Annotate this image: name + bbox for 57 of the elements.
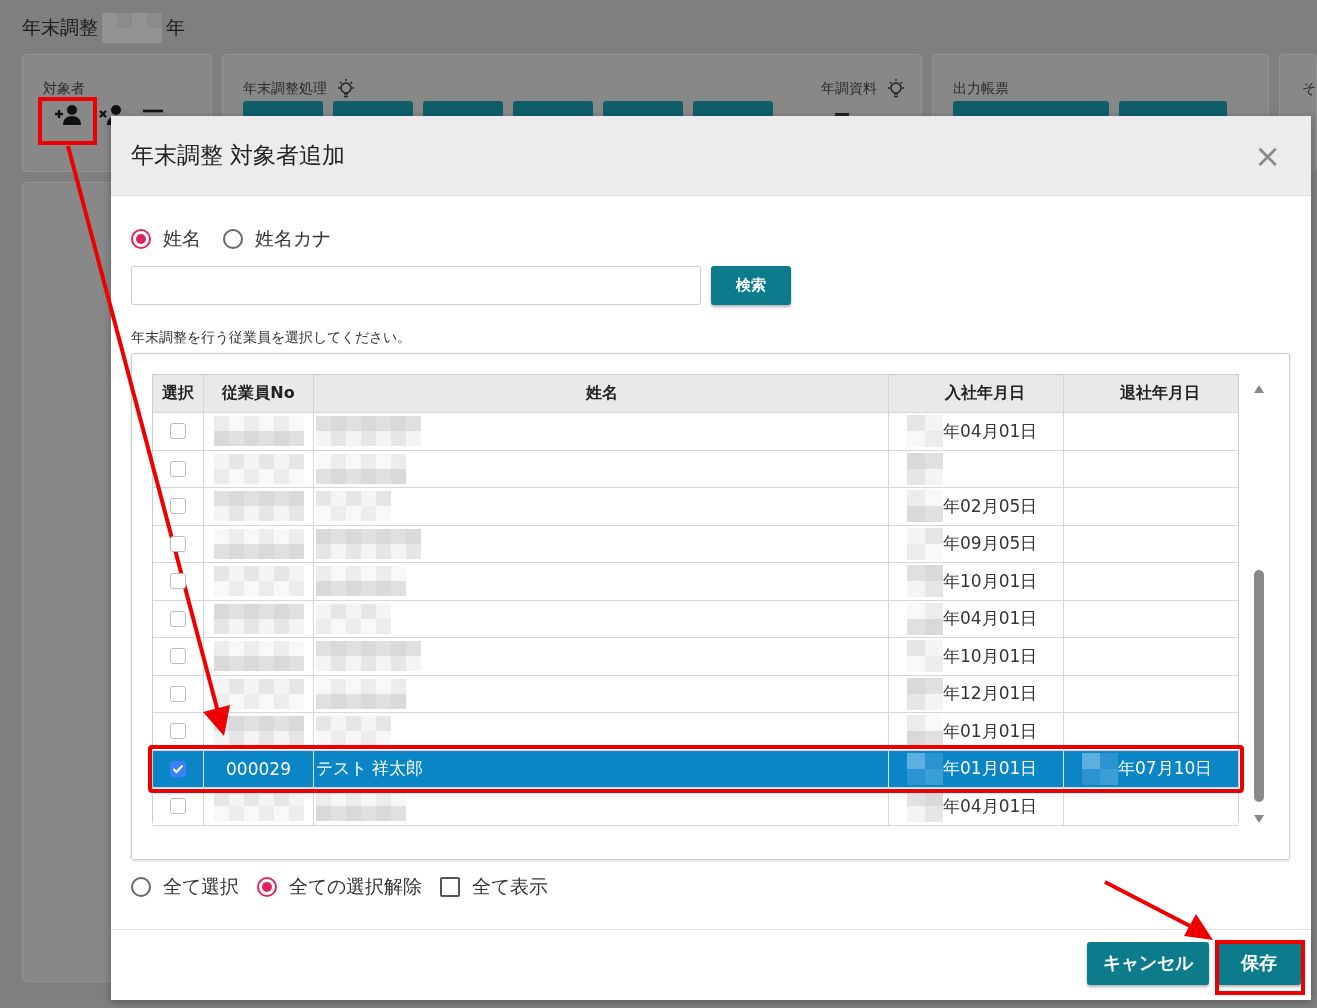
checkbox[interactable] [170, 535, 186, 552]
table-cell: 年10月01日 [943, 644, 1038, 668]
scroll-up-icon[interactable] [1253, 384, 1265, 394]
column-header[interactable]: 従業員No [204, 375, 314, 412]
option-label: 姓名カナ [255, 226, 331, 251]
checkbox[interactable] [170, 460, 186, 477]
cancel-button[interactable]: キャンセル [1087, 941, 1209, 985]
column-header[interactable]: 姓名 [314, 375, 889, 412]
checkbox[interactable] [170, 760, 186, 777]
table-cell: 年04月01日 [943, 419, 1038, 443]
panel-label: 対象者 [43, 80, 85, 98]
scroll-thumb[interactable] [1254, 570, 1264, 802]
option-label: 姓名 [163, 226, 201, 251]
checkbox[interactable] [170, 423, 186, 440]
checkbox[interactable] [170, 498, 186, 515]
panel-label: そ [1302, 80, 1316, 98]
checkbox[interactable] [170, 798, 186, 815]
radio-button[interactable] [131, 229, 151, 249]
add-person-icon[interactable] [53, 103, 83, 127]
instruction-text: 年末調整を行う従業員を選択してください。 [131, 329, 412, 347]
panel-label: 年調資料 [821, 80, 878, 98]
column-header[interactable]: 選択 [153, 375, 204, 412]
search-field[interactable] [131, 266, 701, 305]
checkbox[interactable] [170, 573, 186, 590]
table-cell: 年01月01日 [943, 757, 1038, 781]
table-cell: 年01月01日 [943, 719, 1038, 743]
table-cell: 年04月01日 [943, 794, 1038, 818]
year-label: 年 [166, 15, 185, 40]
table-cell: 年02月05日 [943, 494, 1038, 518]
table-cell: 年12月01日 [943, 682, 1038, 706]
checkbox[interactable] [170, 648, 186, 665]
table-cell: 年04月01日 [943, 607, 1038, 631]
blurred-text [907, 752, 943, 785]
search-button[interactable]: 検索 [711, 266, 791, 305]
radio-button[interactable] [223, 229, 243, 249]
column-header[interactable]: 入社年月日 [889, 375, 1064, 412]
panel-label: 出力帳票 [953, 80, 1010, 98]
option-label: 全て選択 [163, 874, 239, 899]
checkbox[interactable] [440, 877, 460, 897]
checkbox[interactable] [170, 610, 186, 627]
checkbox[interactable] [170, 685, 186, 702]
table-cell: 年07月10日 [1118, 757, 1213, 781]
table-cell: 年10月01日 [943, 569, 1038, 593]
radio-button[interactable] [257, 877, 277, 897]
option-label: 全て表示 [472, 874, 548, 899]
table-cell: テスト 祥太郎 [316, 757, 424, 781]
dialog-title: 年末調整 対象者追加 [131, 141, 346, 170]
option-label: 全ての選択解除 [289, 874, 422, 899]
blurred-text [1082, 752, 1118, 785]
table-cell: 000029 [226, 758, 291, 779]
radio-button[interactable] [131, 877, 151, 897]
column-header[interactable]: 退社年月日 [1064, 375, 1238, 412]
checkbox[interactable] [170, 723, 186, 740]
scroll-down-icon[interactable] [1253, 814, 1265, 824]
panel-label: 年末調整処理 [243, 80, 328, 98]
page-title: 年末調整 [22, 15, 98, 40]
table-cell: 年09月05日 [943, 532, 1038, 556]
